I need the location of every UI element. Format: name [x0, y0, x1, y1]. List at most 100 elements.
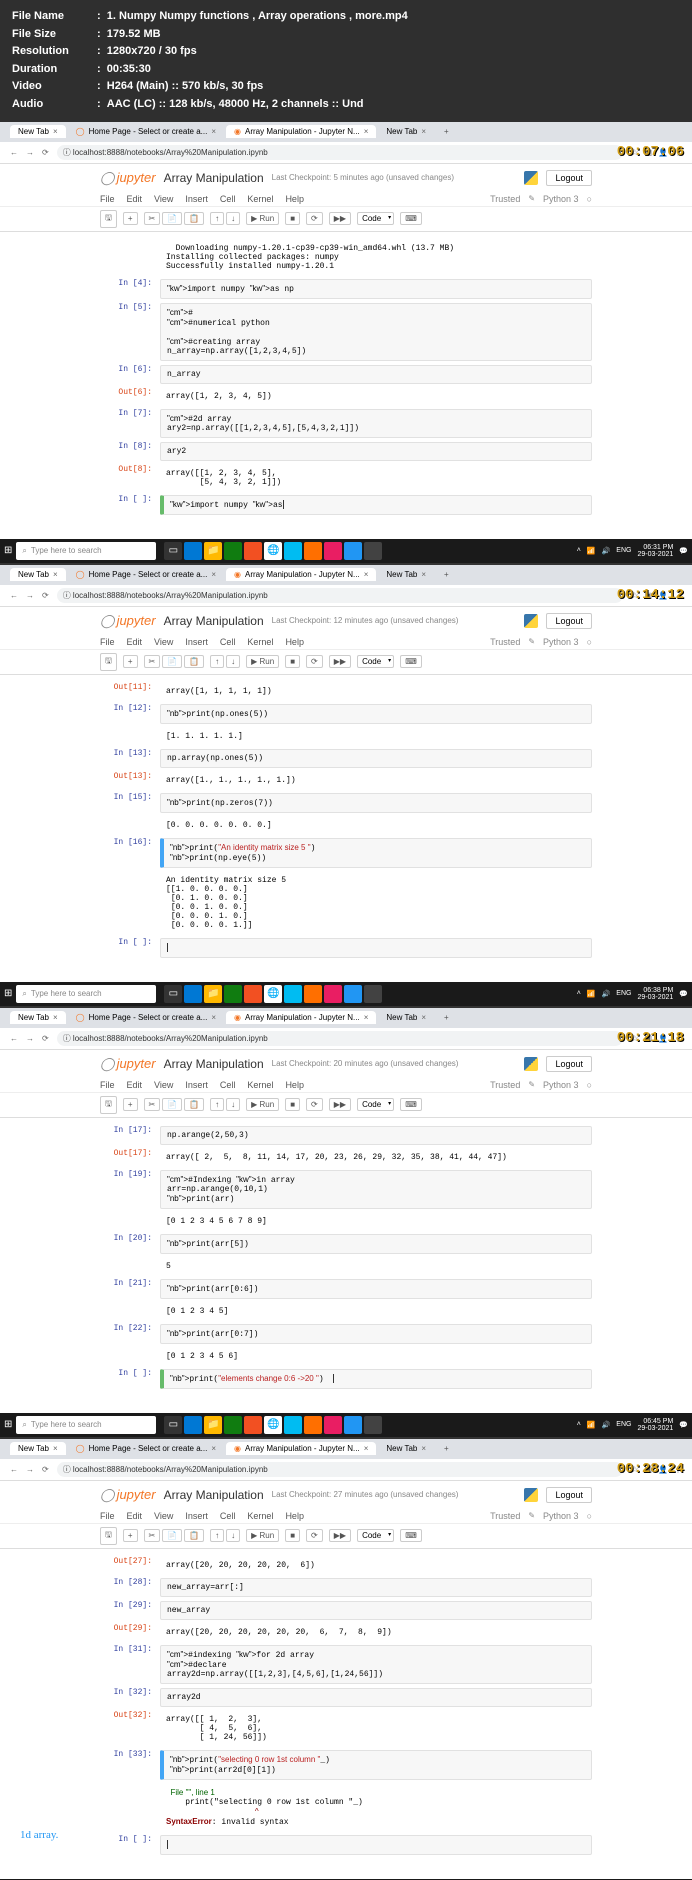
restart-run-button[interactable]: ▶▶: [329, 1529, 351, 1542]
restart-button[interactable]: ⟳: [306, 1098, 323, 1111]
url-input[interactable]: ⓘ localhost:8888/notebooks/Array%20Manip…: [57, 145, 624, 160]
app-icon[interactable]: [344, 542, 362, 560]
cell-content[interactable]: array2d: [160, 1688, 592, 1707]
copy-button[interactable]: 📄: [162, 1098, 182, 1111]
stop-button[interactable]: ■: [285, 212, 300, 225]
wifi-icon[interactable]: 📶: [587, 990, 596, 998]
browser-tab[interactable]: New Tab×: [10, 568, 66, 581]
cell-content[interactable]: new_array=arr[:]: [160, 1578, 592, 1597]
app-icon[interactable]: [324, 542, 342, 560]
code-cell[interactable]: In [32]: array2d: [100, 1688, 592, 1707]
jupyter-logo[interactable]: jupyter: [100, 1056, 156, 1072]
menu-cell[interactable]: Cell: [220, 1080, 236, 1090]
app-icon[interactable]: [364, 1416, 382, 1434]
tray-chevron-icon[interactable]: ˄: [577, 990, 581, 997]
cell-content[interactable]: "cm">#Indexing "kw">in array arr=np.aran…: [160, 1170, 592, 1209]
code-cell[interactable]: In [29]: new_array: [100, 1601, 592, 1620]
code-cell[interactable]: In [8]: ary2: [100, 442, 592, 461]
close-icon[interactable]: ×: [421, 1013, 426, 1022]
paste-button[interactable]: 📋: [184, 1529, 204, 1542]
restart-button[interactable]: ⟳: [306, 655, 323, 668]
volume-icon[interactable]: 🔊: [602, 990, 611, 998]
menu-insert[interactable]: Insert: [185, 637, 208, 647]
code-cell[interactable]: In [7]: "cm">#2d array ary2=np.array([[1…: [100, 409, 592, 438]
cell-content[interactable]: "kw">import numpy "kw">as np: [160, 279, 592, 299]
chrome-icon[interactable]: 🌐: [264, 542, 282, 560]
cell-content[interactable]: [160, 938, 592, 958]
jupyter-logo[interactable]: jupyter: [100, 1487, 156, 1503]
menu-kernel[interactable]: Kernel: [247, 194, 273, 204]
cell-content[interactable]: n_array: [160, 365, 592, 384]
app-icon[interactable]: [244, 985, 262, 1003]
move-down-button[interactable]: ↓: [226, 1098, 240, 1111]
pencil-icon[interactable]: ✎: [528, 1511, 535, 1520]
close-icon[interactable]: ×: [364, 1444, 369, 1453]
edge-icon[interactable]: [184, 985, 202, 1003]
notebook-body[interactable]: 1d array. Out[27]: array([20, 20, 20, 20…: [0, 1549, 692, 1879]
close-icon[interactable]: ×: [421, 570, 426, 579]
store-icon[interactable]: [224, 1416, 242, 1434]
add-cell-button[interactable]: +: [123, 1529, 138, 1542]
menu-kernel[interactable]: Kernel: [247, 1511, 273, 1521]
run-button[interactable]: ▶ Run: [246, 1098, 279, 1111]
cut-button[interactable]: ✂: [144, 212, 161, 225]
menu-kernel[interactable]: Kernel: [247, 637, 273, 647]
cut-button[interactable]: ✂: [144, 655, 161, 668]
run-button[interactable]: ▶ Run: [246, 655, 279, 668]
stop-button[interactable]: ■: [285, 655, 300, 668]
celltype-dropdown[interactable]: Code: [357, 212, 394, 225]
add-cell-button[interactable]: +: [123, 1098, 138, 1111]
cell-content[interactable]: np.array(np.ones(5)): [160, 749, 592, 768]
start-button[interactable]: ⊞: [4, 1419, 12, 1430]
task-view-icon[interactable]: ▭: [164, 985, 182, 1003]
code-cell[interactable]: In [ ]: "nb">print("elements change 0:6 …: [100, 1369, 592, 1389]
close-icon[interactable]: ×: [364, 570, 369, 579]
forward-icon[interactable]: →: [26, 1465, 34, 1474]
code-cell[interactable]: In [ ]:: [100, 938, 592, 958]
code-cell[interactable]: In [4]: "kw">import numpy "kw">as np: [100, 279, 592, 299]
save-button[interactable]: 🖫: [100, 1527, 117, 1545]
save-button[interactable]: 🖫: [100, 210, 117, 228]
cell-content[interactable]: "cm">#2d array ary2=np.array([[1,2,3,4,5…: [160, 409, 592, 438]
pencil-icon[interactable]: ✎: [528, 1080, 535, 1089]
run-button[interactable]: ▶ Run: [246, 1529, 279, 1542]
restart-run-button[interactable]: ▶▶: [329, 212, 351, 225]
cut-button[interactable]: ✂: [144, 1529, 161, 1542]
new-tab-button[interactable]: +: [436, 1013, 457, 1022]
logout-button[interactable]: Logout: [546, 1056, 592, 1072]
move-down-button[interactable]: ↓: [226, 655, 240, 668]
move-down-button[interactable]: ↓: [226, 1529, 240, 1542]
menu-insert[interactable]: Insert: [185, 1511, 208, 1521]
volume-icon[interactable]: 🔊: [602, 547, 611, 555]
close-icon[interactable]: ×: [364, 1013, 369, 1022]
restart-button[interactable]: ⟳: [306, 212, 323, 225]
menu-cell[interactable]: Cell: [220, 637, 236, 647]
browser-tab[interactable]: New Tab×: [10, 125, 66, 138]
browser-tab[interactable]: ◯Home Page - Select or create a...×: [68, 125, 224, 138]
code-cell[interactable]: In [12]: "nb">print(np.ones(5)): [100, 704, 592, 724]
explorer-icon[interactable]: 📁: [204, 985, 222, 1003]
notebook-title[interactable]: Array Manipulation: [164, 1057, 264, 1071]
cell-content[interactable]: "nb">print(arr[0:6]): [160, 1279, 592, 1299]
code-cell[interactable]: In [28]: new_array=arr[:]: [100, 1578, 592, 1597]
clock[interactable]: 06:45 PM 29-03-2021: [637, 1418, 673, 1432]
logout-button[interactable]: Logout: [546, 170, 592, 186]
forward-icon[interactable]: →: [26, 1034, 34, 1043]
tray-chevron-icon[interactable]: ˄: [577, 547, 581, 554]
app-icon[interactable]: [304, 542, 322, 560]
move-up-button[interactable]: ↑: [210, 1098, 224, 1111]
cell-content[interactable]: np.arange(2,50,3): [160, 1126, 592, 1145]
code-cell[interactable]: In [17]: np.arange(2,50,3): [100, 1126, 592, 1145]
start-button[interactable]: ⊞: [4, 545, 12, 556]
copy-button[interactable]: 📄: [162, 655, 182, 668]
menu-file[interactable]: File: [100, 1080, 115, 1090]
clock[interactable]: 06:31 PM 29-03-2021: [637, 544, 673, 558]
move-up-button[interactable]: ↑: [210, 212, 224, 225]
kernel-name[interactable]: Python 3: [543, 637, 579, 647]
menu-help[interactable]: Help: [285, 194, 304, 204]
reload-icon[interactable]: ⟳: [42, 1034, 49, 1043]
command-palette-button[interactable]: ⌨: [400, 1098, 422, 1111]
jupyter-logo[interactable]: jupyter: [100, 613, 156, 629]
browser-tab-active[interactable]: ◉Array Manipulation - Jupyter N...×: [226, 1011, 376, 1024]
run-button[interactable]: ▶ Run: [246, 212, 279, 225]
